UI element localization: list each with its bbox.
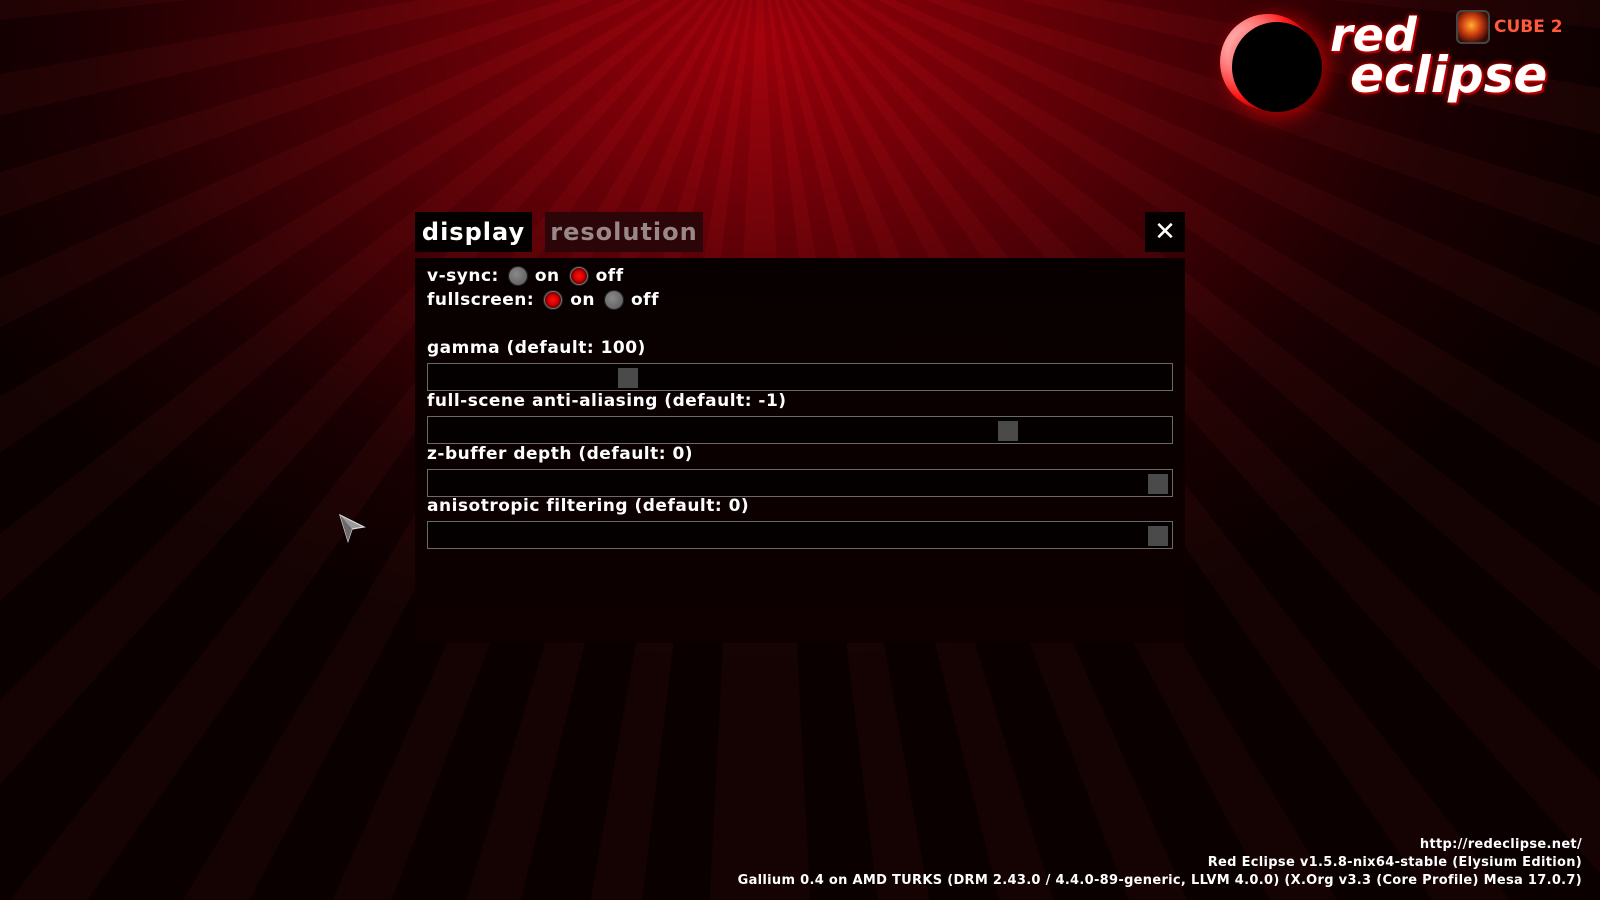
fullscreen-row: fullscreen: on off: [427, 290, 669, 310]
fsaa-slider-handle[interactable]: [997, 421, 1018, 441]
cube2-icon: [1456, 10, 1490, 44]
gamma-label: gamma (default: 100): [427, 338, 646, 358]
vsync-off-label: off: [595, 266, 624, 286]
close-icon: ✕: [1154, 217, 1176, 247]
fullscreen-on-option[interactable]: on: [544, 290, 595, 310]
gamma-slider-handle[interactable]: [618, 368, 639, 388]
zbuffer-slider-handle[interactable]: [1148, 474, 1168, 494]
footer-url[interactable]: http://redeclipse.net/: [738, 836, 1582, 854]
footer-info: http://redeclipse.net/ Red Eclipse v1.5.…: [738, 836, 1582, 890]
fullscreen-off-radio[interactable]: [605, 291, 623, 309]
footer-renderer: Gallium 0.4 on AMD TURKS (DRM 2.43.0 / 4…: [737, 873, 1582, 888]
vsync-row: v-sync: on off: [427, 266, 634, 286]
fsaa-label: full-scene anti-aliasing (default: -1): [427, 391, 787, 411]
footer-version: Red Eclipse v1.5.8-nix64-stable (Elysium…: [1207, 855, 1582, 870]
fullscreen-label: fullscreen:: [427, 290, 535, 310]
vsync-on-option[interactable]: on: [508, 266, 560, 286]
fullscreen-off-label: off: [631, 290, 659, 310]
gamma-slider[interactable]: [427, 363, 1173, 391]
tab-display[interactable]: display: [415, 212, 532, 252]
zbuffer-slider[interactable]: [427, 469, 1173, 497]
cube2-badge: CUBE 2: [1456, 10, 1563, 44]
vsync-off-option[interactable]: off: [569, 266, 624, 286]
vsync-on-label: on: [534, 266, 560, 286]
fullscreen-on-label: on: [570, 290, 595, 310]
eclipse-moon: [1232, 22, 1322, 112]
vsync-on-radio[interactable]: [508, 267, 527, 285]
logo-word-eclipse: eclipse: [1350, 46, 1548, 104]
vsync-off-radio[interactable]: [569, 267, 588, 285]
display-settings-panel: v-sync: on off fullscreen: on off gamma …: [415, 258, 1185, 643]
fsaa-slider[interactable]: [427, 416, 1173, 444]
cube2-badge-label: CUBE 2: [1494, 17, 1563, 37]
zbuffer-label: z-buffer depth (default: 0): [427, 444, 694, 464]
fullscreen-on-radio[interactable]: [544, 291, 563, 309]
anisotropic-label: anisotropic filtering (default: 0): [427, 496, 750, 516]
vsync-label: v-sync:: [427, 266, 499, 286]
fullscreen-off-option[interactable]: off: [605, 290, 659, 310]
close-button[interactable]: ✕: [1145, 212, 1185, 252]
anisotropic-slider[interactable]: [427, 521, 1173, 549]
mouse-cursor-icon: [339, 513, 366, 543]
game-logo: red eclipse CUBE 2: [1210, 8, 1590, 118]
anisotropic-slider-handle[interactable]: [1148, 526, 1168, 546]
tab-resolution[interactable]: resolution: [545, 212, 703, 252]
